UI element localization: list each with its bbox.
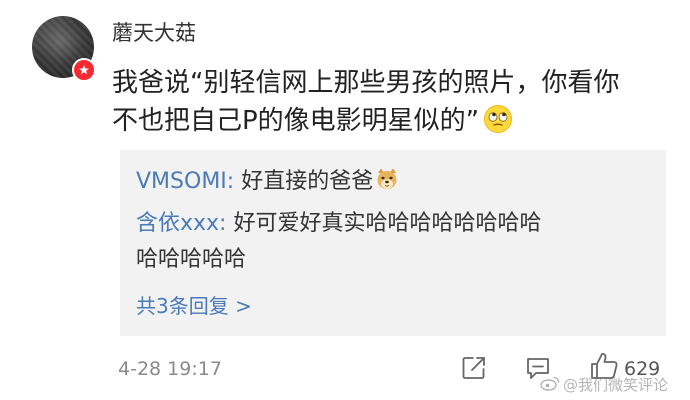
reply-line: 含依xxx: 好可爱好真实哈哈哈哈哈哈哈哈: [136, 206, 656, 242]
replies-box: VMSOMI: 好直接的爸爸 含依xxx: 好可爱好真实哈哈哈哈哈哈哈哈 哈哈哈…: [120, 150, 666, 336]
vip-badge-icon: [72, 58, 96, 82]
comment-line-text: 不也把自己P的像电影明星似的”: [112, 106, 480, 136]
more-replies-link[interactable]: 共3条回复 >: [136, 290, 252, 319]
reply-item[interactable]: 含依xxx: 好可爱好真实哈哈哈哈哈哈哈哈 哈哈哈哈哈: [136, 206, 656, 278]
weibo-logo-icon: [540, 375, 560, 395]
watermark-text: @我们微笑评论: [563, 376, 669, 394]
watermark: @我们微笑评论: [540, 374, 668, 395]
comment-text: 我爸说“别轻信网上那些男孩的照片，你看你 不也把自己P的像电影明星似的”: [112, 64, 672, 140]
reply-text: 好直接的爸爸: [234, 169, 374, 194]
avatar[interactable]: [32, 16, 96, 82]
eye-roll-emoji-icon: [483, 104, 513, 134]
share-icon[interactable]: [460, 354, 488, 386]
timestamp: 4-28 19:17: [118, 358, 222, 380]
reply-author[interactable]: 含依xxx:: [136, 211, 226, 236]
username[interactable]: 蘑天大菇: [112, 20, 196, 46]
reply-author[interactable]: VMSOMI:: [136, 169, 234, 194]
comment-line: 我爸说“别轻信网上那些男孩的照片，你看你: [112, 68, 620, 98]
reply-text: 好可爱好真实哈哈哈哈哈哈哈哈: [226, 211, 542, 236]
reply-item[interactable]: VMSOMI: 好直接的爸爸: [136, 164, 399, 200]
comment-line: 不也把自己P的像电影明星似的”: [112, 102, 672, 140]
reply-line: 哈哈哈哈哈: [136, 247, 247, 272]
doge-emoji-icon: [375, 167, 399, 191]
